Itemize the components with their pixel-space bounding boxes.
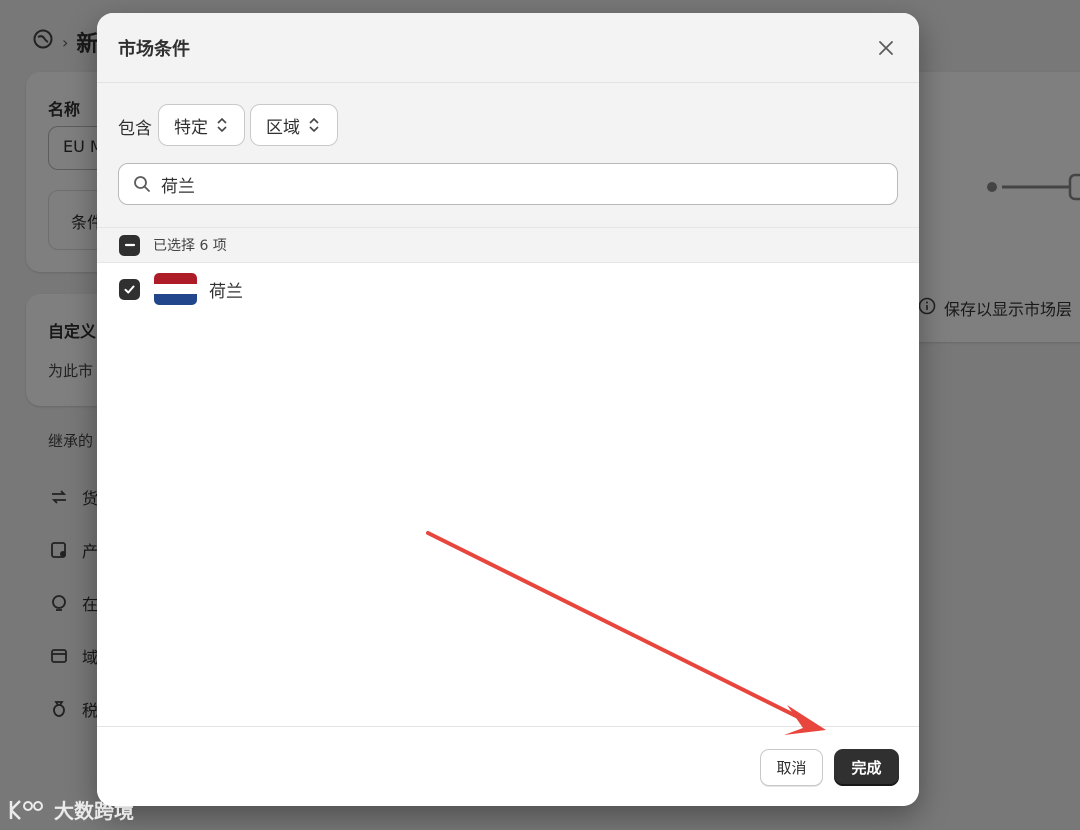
filter-area: 包含 特定 区域 [97,83,919,228]
watermark-text: 大数跨境 [54,799,134,823]
watermark: 大数跨境 [8,795,134,824]
done-button[interactable]: 完成 [834,749,899,786]
close-icon [879,41,893,55]
select-all-checkbox[interactable] [119,234,140,256]
selection-summary-bar: 已选择 6 项 [97,227,919,263]
include-label: 包含 [118,119,152,139]
select-chevron-icon [309,117,319,133]
list-item-label: 荷兰 [209,281,243,302]
type-select-value: 区域 [266,117,300,138]
selected-count: 已选择 6 项 [153,238,227,254]
cancel-button[interactable]: 取消 [760,749,823,786]
netherlands-flag-icon [154,273,197,305]
search-input[interactable] [161,174,861,194]
indeterminate-icon [124,243,135,247]
type-select[interactable]: 区域 [250,104,338,146]
scope-select-value: 特定 [174,117,208,138]
scope-select[interactable]: 特定 [158,104,245,146]
search-field[interactable] [118,163,898,205]
close-button[interactable] [871,33,901,63]
item-checkbox[interactable] [119,278,140,300]
dialog-title: 市场条件 [118,39,190,60]
dialog-footer: 取消 完成 [97,726,919,806]
watermark-logo-icon [9,799,43,820]
list-item[interactable]: 荷兰 [97,269,919,309]
search-icon [134,176,150,192]
dialog-header: 市场条件 [97,13,919,83]
select-chevron-icon [217,117,227,133]
market-conditions-dialog: 市场条件 包含 特定 区域 已选择 6 项 [97,13,919,806]
checkmark-icon [124,285,135,293]
